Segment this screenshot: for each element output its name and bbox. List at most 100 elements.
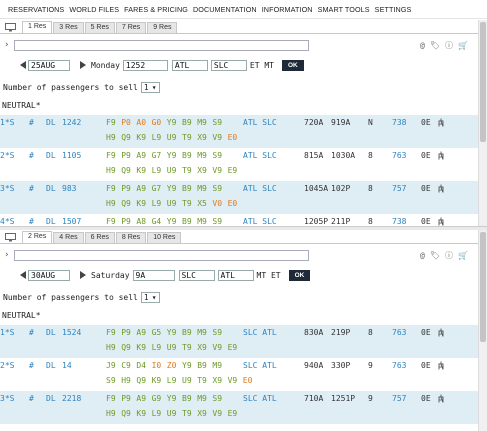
tab-9-res[interactable]: 9 Res: [147, 22, 178, 33]
scrollbar-thumb[interactable]: [480, 232, 486, 342]
class-availability[interactable]: M9: [197, 217, 207, 226]
menu-reservations[interactable]: RESERVATIONS: [8, 5, 64, 14]
class-availability[interactable]: F9: [106, 118, 116, 127]
flight-number[interactable]: 1507: [62, 217, 81, 226]
line-number[interactable]: 1*S: [0, 328, 14, 337]
tab-8-res[interactable]: 8 Res: [115, 232, 147, 243]
ok-button[interactable]: OK: [288, 269, 311, 281]
class-availability[interactable]: B9: [182, 151, 192, 160]
class-availability[interactable]: P9: [121, 184, 131, 193]
origin-field[interactable]: SLC: [178, 269, 215, 281]
tab-6-res[interactable]: 6 Res: [84, 232, 115, 243]
passenger-count-select[interactable]: 1 ▾: [140, 82, 160, 93]
class-availability[interactable]: T9: [182, 133, 192, 142]
class-availability[interactable]: E9: [228, 409, 238, 418]
equipment-type[interactable]: 738: [392, 217, 406, 226]
class-availability[interactable]: F9: [106, 184, 116, 193]
tab-10-res[interactable]: 10 Res: [147, 232, 182, 243]
class-availability[interactable]: K9: [136, 409, 146, 418]
class-availability[interactable]: M9: [212, 361, 222, 370]
class-availability[interactable]: P9: [121, 151, 131, 160]
class-availability[interactable]: B9: [197, 361, 207, 370]
next-date-arrow-icon[interactable]: [78, 270, 88, 281]
class-availability[interactable]: L9: [152, 409, 162, 418]
class-availability[interactable]: Y9: [167, 217, 177, 226]
baggage-icon[interactable]: [438, 184, 444, 195]
flight-number[interactable]: 1524: [62, 328, 81, 337]
class-availability[interactable]: T9: [182, 166, 192, 175]
class-availability[interactable]: M9: [197, 328, 207, 337]
tab-5-res[interactable]: 5 Res: [84, 22, 115, 33]
at-icon[interactable]: @: [420, 41, 425, 50]
line-number[interactable]: 1*S: [0, 118, 14, 127]
class-availability[interactable]: V0: [212, 199, 222, 208]
class-availability[interactable]: U9: [167, 199, 177, 208]
class-availability[interactable]: V9: [212, 409, 222, 418]
time-field[interactable]: 1252: [122, 59, 168, 71]
class-availability[interactable]: B9: [182, 184, 192, 193]
class-availability[interactable]: F9: [106, 328, 116, 337]
class-availability[interactable]: F9: [106, 394, 116, 403]
class-availability[interactable]: P0: [121, 118, 131, 127]
baggage-tag-icon[interactable]: 🏷: [430, 251, 440, 260]
class-availability[interactable]: T9: [182, 409, 192, 418]
help-icon[interactable]: ⓘ: [445, 250, 453, 261]
class-availability[interactable]: P9: [121, 328, 131, 337]
class-availability[interactable]: A8: [136, 217, 146, 226]
line-number[interactable]: 3*S: [0, 184, 14, 193]
command-input[interactable]: [14, 250, 309, 261]
flight-number[interactable]: 1242: [62, 118, 81, 127]
class-availability[interactable]: U9: [167, 133, 177, 142]
class-availability[interactable]: S9: [212, 118, 222, 127]
class-availability[interactable]: S9: [212, 328, 222, 337]
class-availability[interactable]: Z0: [167, 361, 177, 370]
class-availability[interactable]: Q9: [136, 376, 146, 385]
class-availability[interactable]: Q9: [121, 409, 131, 418]
class-availability[interactable]: M9: [197, 184, 207, 193]
equipment-type[interactable]: 763: [392, 328, 406, 337]
class-availability[interactable]: X9: [197, 166, 207, 175]
class-availability[interactable]: E9: [228, 343, 238, 352]
menu-information[interactable]: INFORMATION: [262, 5, 313, 14]
flight-row[interactable]: 2*S # DL 14 J9 C9 D4 I0 Z0 Y9 B9 M9 SLC ATL 940A 330P 9…: [0, 358, 478, 391]
cart-icon[interactable]: 🛒: [458, 251, 468, 260]
class-availability[interactable]: I0: [152, 361, 162, 370]
flight-row[interactable]: 1*S # DL 1524 F9 P9 A9 G5 Y9 B9 M9 S9 SLC ATL 830A 219…: [0, 325, 478, 358]
menu-documentation[interactable]: DOCUMENTATION: [193, 5, 257, 14]
class-availability[interactable]: L9: [152, 166, 162, 175]
class-availability[interactable]: B9: [182, 118, 192, 127]
class-availability[interactable]: C9: [121, 361, 131, 370]
line-number[interactable]: 3*S: [0, 394, 14, 403]
class-availability[interactable]: K9: [136, 133, 146, 142]
class-availability[interactable]: H9: [106, 409, 116, 418]
destination-field[interactable]: SLC: [210, 59, 247, 71]
origin-field[interactable]: ATL: [171, 59, 208, 71]
class-availability[interactable]: T9: [197, 376, 207, 385]
date-field[interactable]: 25AUG: [28, 59, 70, 71]
flight-number[interactable]: 2218: [62, 394, 81, 403]
class-availability[interactable]: K9: [152, 376, 162, 385]
baggage-icon[interactable]: [438, 151, 444, 162]
class-availability[interactable]: V9: [212, 343, 222, 352]
class-availability[interactable]: G7: [152, 151, 162, 160]
class-availability[interactable]: G5: [152, 328, 162, 337]
class-availability[interactable]: F9: [106, 217, 116, 226]
date-field[interactable]: 30AUG: [28, 269, 70, 281]
class-availability[interactable]: A9: [136, 184, 146, 193]
menu-fares-pricing[interactable]: FARES & PRICING: [124, 5, 188, 14]
class-availability[interactable]: Y9: [167, 118, 177, 127]
class-availability[interactable]: G9: [152, 394, 162, 403]
class-availability[interactable]: E0: [228, 199, 238, 208]
class-availability[interactable]: X9: [197, 133, 207, 142]
tab-3-res[interactable]: 3 Res: [53, 22, 84, 33]
class-availability[interactable]: A0: [136, 118, 146, 127]
time-field[interactable]: 9A: [132, 269, 175, 281]
tab-7-res[interactable]: 7 Res: [115, 22, 147, 33]
baggage-icon[interactable]: [438, 328, 444, 339]
class-availability[interactable]: Q9: [121, 343, 131, 352]
class-availability[interactable]: A9: [136, 328, 146, 337]
baggage-tag-icon[interactable]: 🏷: [430, 41, 440, 50]
equipment-type[interactable]: 757: [392, 184, 406, 193]
class-availability[interactable]: Y9: [167, 328, 177, 337]
class-availability[interactable]: X9: [197, 343, 207, 352]
